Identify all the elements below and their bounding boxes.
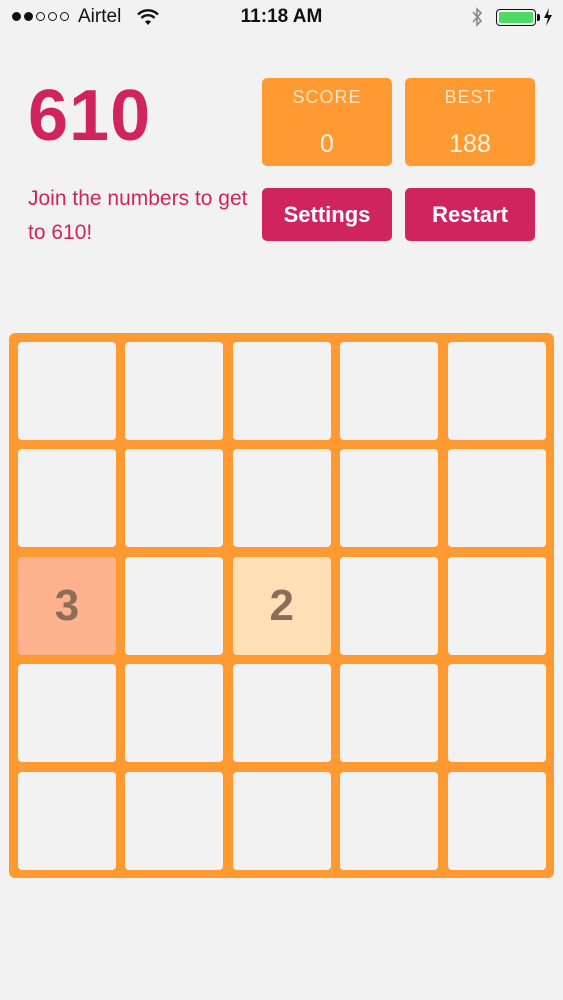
best-label: BEST <box>444 87 496 107</box>
empty-cell <box>125 556 224 655</box>
empty-cell <box>340 449 439 548</box>
empty-cell <box>232 342 331 440</box>
score-value: 0 <box>320 130 334 158</box>
empty-cell <box>447 556 546 655</box>
empty-cell <box>125 342 224 440</box>
score-box: SCORE 0 <box>262 78 392 166</box>
empty-cell <box>447 771 546 870</box>
tile: 2 <box>232 556 331 655</box>
empty-cell <box>340 342 439 440</box>
battery-tip <box>537 14 540 21</box>
empty-cell <box>447 449 546 548</box>
empty-cell <box>447 342 546 440</box>
score-label: SCORE <box>292 87 362 107</box>
empty-cell <box>232 449 331 548</box>
tile: 3 <box>18 556 116 655</box>
empty-cell <box>340 556 439 655</box>
battery-icon <box>496 9 536 26</box>
empty-cell <box>18 342 116 440</box>
best-value: 188 <box>449 130 491 158</box>
empty-cell <box>447 664 546 763</box>
empty-cell <box>125 449 224 548</box>
empty-cell <box>232 664 331 763</box>
empty-cell <box>18 449 116 548</box>
empty-cell <box>125 771 224 870</box>
empty-cell <box>18 771 116 870</box>
best-score-box: BEST 188 <box>405 78 535 166</box>
restart-button[interactable]: Restart <box>405 188 535 241</box>
bluetooth-icon <box>472 7 483 27</box>
empty-cell <box>232 771 331 870</box>
empty-cell <box>125 664 224 763</box>
empty-cell <box>18 664 116 763</box>
game-subtitle: Join the numbers to get to 610! <box>28 187 248 244</box>
settings-button[interactable]: Settings <box>262 188 392 241</box>
empty-cell <box>340 664 439 763</box>
charging-icon <box>544 8 552 26</box>
empty-cell <box>340 771 439 870</box>
status-bar: Airtel 11:18 AM <box>0 0 563 38</box>
game-title: 610 <box>28 76 152 156</box>
game-board[interactable]: 32 <box>9 333 554 878</box>
